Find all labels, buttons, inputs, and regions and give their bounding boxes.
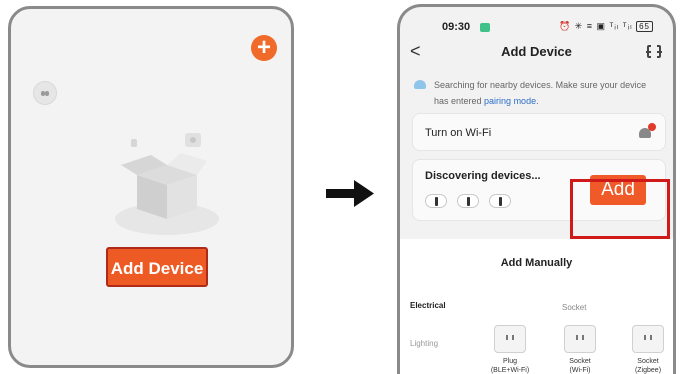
status-time: 09:30 — [442, 21, 471, 33]
robot-avatar-icon[interactable] — [33, 81, 57, 105]
left-phone-screen: + Add Device — [8, 6, 294, 368]
empty-box-illustration — [115, 133, 219, 235]
plus-circle-icon[interactable]: + — [251, 35, 277, 61]
discovered-device-icon — [489, 194, 511, 208]
socket-wifi-device-icon[interactable] — [564, 325, 596, 353]
alert-badge — [648, 123, 656, 131]
page-title: Add Device — [501, 44, 572, 59]
add-manually-title: Add Manually — [500, 257, 573, 269]
category-electrical[interactable]: Electrical — [410, 301, 446, 310]
discovering-title: Discovering devices... — [425, 170, 541, 182]
highlight-box — [570, 179, 670, 239]
device-label: Plug (BLE+Wi-Fi) — [480, 357, 540, 374]
device-label-line1: Socket — [637, 358, 659, 365]
device-label-line1: Plug — [502, 358, 517, 365]
wifi-label: Turn on Wi-Fi — [425, 127, 492, 139]
socket-section-header: Socket — [562, 303, 587, 312]
device-label-line2: (Wi-Fi) — [569, 367, 591, 374]
device-label: Socket (Wi-Fi) — [550, 357, 610, 374]
nav-bar: < Add Device — [400, 41, 673, 65]
hint-prefix: has entered — [434, 96, 485, 106]
hint-suffix: . — [536, 96, 539, 106]
hint-line1: Searching for nearby devices. Make sure … — [434, 80, 647, 90]
pairing-mode-link[interactable]: pairing mode — [484, 96, 536, 106]
device-label-line2: (BLE+Wi-Fi) — [490, 367, 530, 374]
discovered-device-icon — [457, 194, 479, 208]
notification-icon — [480, 23, 490, 32]
status-icons: ⏰ ✳ ≡ ▣ ᵀᵢₗ ᵀᵢₗ 65 — [559, 21, 653, 32]
add-manually-panel: Add Manually Electrical Lighting Socket … — [400, 239, 673, 374]
arrow-right-icon — [326, 180, 374, 207]
battery-icon: 65 — [636, 21, 653, 32]
device-label-line2: (Zigbee) — [634, 367, 662, 374]
socket-zigbee-device-icon[interactable] — [632, 325, 664, 353]
turn-on-wifi-card[interactable]: Turn on Wi-Fi — [412, 113, 666, 151]
plug-device-icon[interactable] — [494, 325, 526, 353]
discovered-device-icon — [425, 194, 447, 208]
add-device-button[interactable]: Add Device — [106, 247, 208, 287]
device-label: Socket (Zigbee) — [618, 357, 673, 374]
search-hint: Searching for nearby devices. Make sure … — [414, 77, 664, 109]
right-phone-screen: 09:30 ⏰ ✳ ≡ ▣ ᵀᵢₗ ᵀᵢₗ 65 < Add Device Se… — [397, 4, 676, 374]
status-bar: 09:30 ⏰ ✳ ≡ ▣ ᵀᵢₗ ᵀᵢₗ 65 — [400, 21, 673, 37]
category-lighting[interactable]: Lighting — [410, 339, 438, 348]
status-icons-text: ⏰ ✳ ≡ ▣ ᵀᵢₗ ᵀᵢₗ — [558, 21, 633, 31]
cloud-icon — [414, 80, 426, 89]
device-label-line1: Socket — [569, 358, 591, 365]
scan-icon-gap — [651, 43, 657, 60]
